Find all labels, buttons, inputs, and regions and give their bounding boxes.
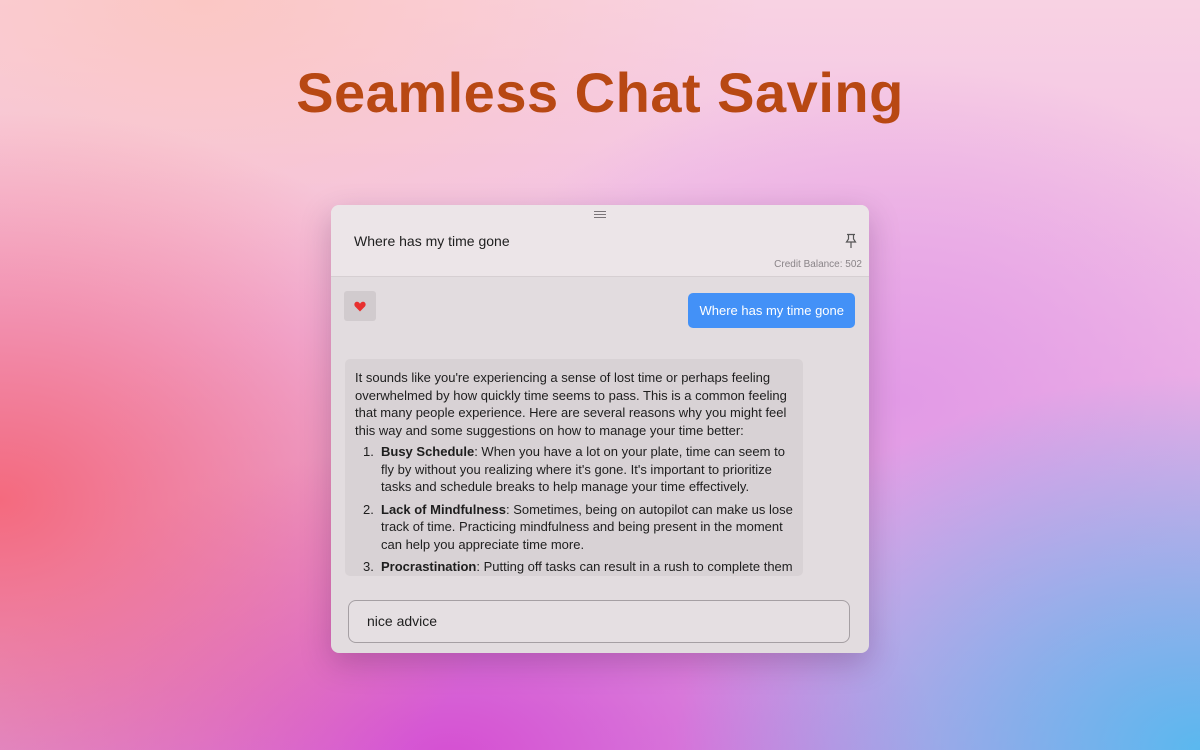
- chat-title: Where has my time gone: [354, 233, 510, 249]
- message-input[interactable]: nice advice: [348, 600, 850, 643]
- list-item: 3. Procrastination: Putting off tasks can…: [355, 558, 793, 576]
- list-item-number: 3.: [363, 559, 374, 574]
- chat-window: Where has my time gone Credit Balance: 5…: [331, 205, 869, 653]
- assistant-message-bubble: It sounds like you're experiencing a sen…: [345, 359, 803, 576]
- list-item-text: : Putting off tasks can result in a rush…: [476, 559, 793, 574]
- favorite-button[interactable]: [344, 291, 376, 321]
- list-item-term: Procrastination: [381, 559, 477, 574]
- hero-title: Seamless Chat Saving: [296, 61, 904, 124]
- list-item-term: Lack of Mindfulness: [381, 501, 506, 517]
- drag-handle-icon[interactable]: [594, 211, 606, 219]
- list-item-term: Busy Schedule: [381, 444, 475, 459]
- list-item-number: 1.: [363, 444, 374, 459]
- list-item: 1. Busy Schedule: When you have a lot on …: [355, 443, 793, 496]
- credit-balance: Credit Balance: 502: [774, 259, 862, 270]
- assistant-intro: It sounds like you're experiencing a sen…: [355, 370, 787, 438]
- assistant-list: 1. Busy Schedule: When you have a lot on …: [355, 443, 793, 576]
- pin-icon[interactable]: [844, 233, 858, 249]
- user-message-bubble: Where has my time gone: [688, 293, 855, 328]
- list-item: 2. Lack of Mindfulness: Sometimes, being …: [355, 501, 793, 554]
- heart-icon: [354, 301, 366, 311]
- window-header: Where has my time gone Credit Balance: 5…: [331, 205, 869, 277]
- list-item-number: 2.: [363, 501, 374, 517]
